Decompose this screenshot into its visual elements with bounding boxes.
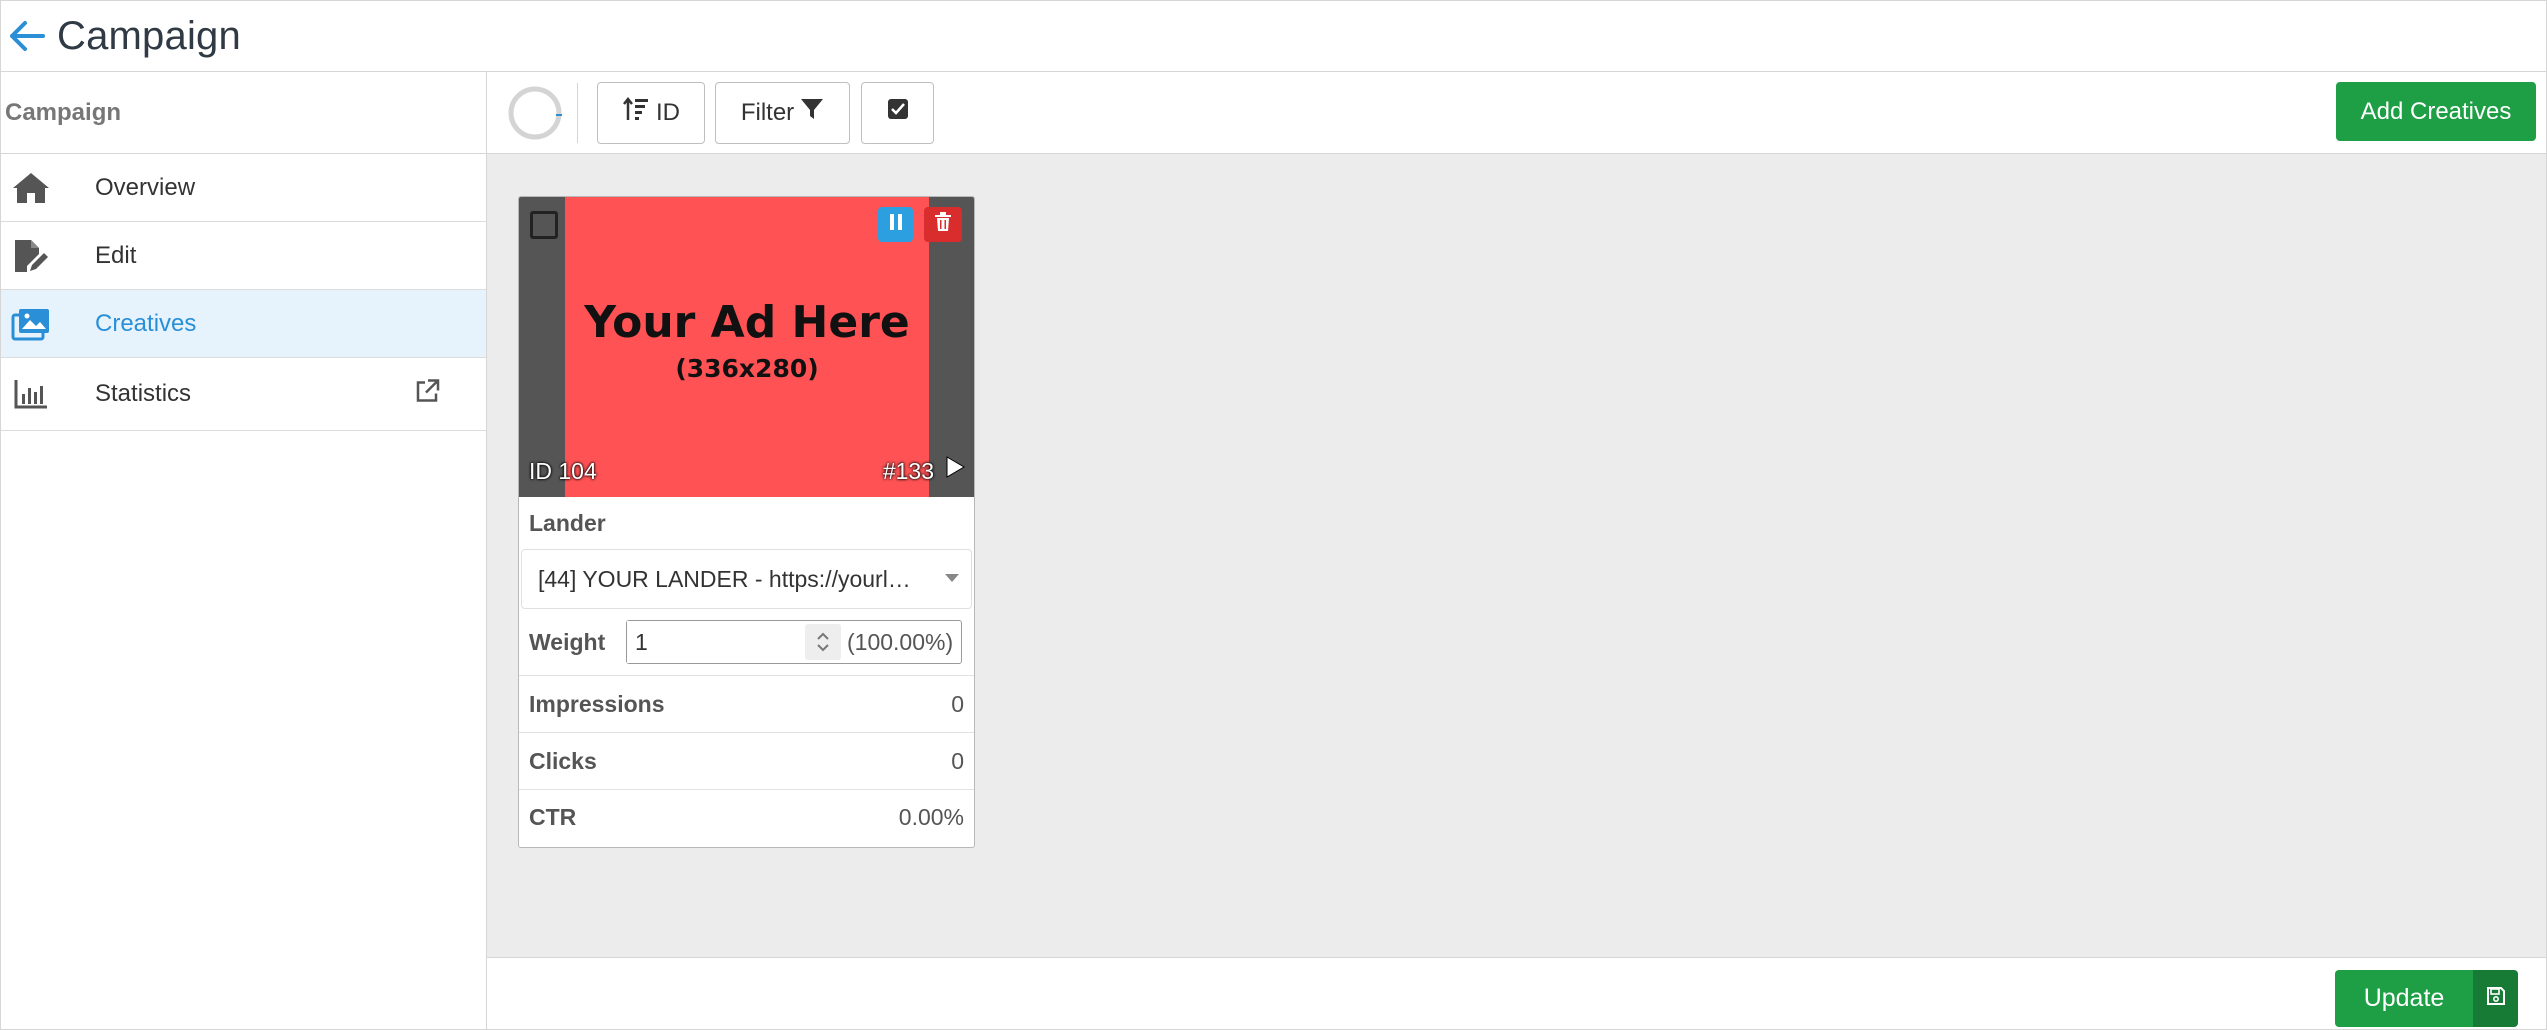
sidebar-title: Campaign xyxy=(1,72,486,154)
toolbar: ID Filter Add Creatives xyxy=(487,72,2547,154)
creative-card: Your Ad Here (336x280) ID 104 #133 Lande xyxy=(518,196,975,848)
creative-preview: Your Ad Here (336x280) ID 104 #133 xyxy=(519,197,974,497)
toolbar-divider xyxy=(577,82,578,143)
file-edit-icon xyxy=(11,238,51,274)
sidebar-item-overview[interactable]: Overview xyxy=(1,154,486,222)
images-icon xyxy=(11,307,51,341)
lander-label: Lander xyxy=(529,509,606,536)
stat-row-impressions: Impressions 0 xyxy=(519,676,974,733)
stat-value: 0 xyxy=(951,690,964,717)
stat-label: Impressions xyxy=(529,690,665,717)
add-creatives-button[interactable]: Add Creatives xyxy=(2336,82,2536,141)
delete-button[interactable] xyxy=(924,207,962,242)
creatives-area: Your Ad Here (336x280) ID 104 #133 Lande xyxy=(487,154,2547,957)
weight-row: Weight (100.00%) xyxy=(519,609,974,676)
stat-label: Clicks xyxy=(529,747,597,774)
creative-id: ID 104 xyxy=(529,458,597,484)
save-icon xyxy=(2486,986,2506,1011)
sort-button[interactable]: ID xyxy=(597,81,705,144)
sidebar-item-edit[interactable]: Edit xyxy=(1,222,486,290)
sidebar-item-label: Edit xyxy=(95,241,137,269)
trash-icon xyxy=(934,212,952,237)
page-header: Campaign xyxy=(0,0,2547,72)
external-link-icon[interactable] xyxy=(414,379,440,410)
sort-icon xyxy=(622,96,650,129)
sidebar: Campaign Overview Edit Creatives Statist… xyxy=(0,72,487,1030)
sidebar-item-creatives[interactable]: Creatives xyxy=(1,290,486,358)
weight-label: Weight xyxy=(529,628,606,655)
filter-button[interactable]: Filter xyxy=(715,81,850,144)
arrow-left-icon[interactable] xyxy=(7,16,47,56)
stat-row-clicks: Clicks 0 xyxy=(519,733,974,790)
ad-size: (336x280) xyxy=(675,354,819,383)
ad-title: Your Ad Here xyxy=(584,297,910,348)
pause-icon xyxy=(888,213,904,236)
stat-value: 0.00% xyxy=(898,804,964,830)
chevron-down-icon xyxy=(945,574,959,582)
lander-value: [44] YOUR LANDER - https://yourl… xyxy=(538,565,911,592)
weight-field-group: (100.00%) xyxy=(626,620,962,664)
sidebar-item-label: Statistics xyxy=(95,380,192,407)
sidebar-item-statistics[interactable]: Statistics xyxy=(1,358,486,431)
lander-select[interactable]: [44] YOUR LANDER - https://yourl… xyxy=(521,549,972,609)
sort-label: ID xyxy=(656,98,680,126)
bar-chart-icon xyxy=(11,378,51,410)
save-button[interactable] xyxy=(2473,970,2518,1027)
weight-stepper[interactable] xyxy=(805,624,841,660)
footer-bar: Update xyxy=(487,957,2547,1030)
pause-button[interactable] xyxy=(878,207,913,242)
stat-label: CTR xyxy=(529,804,577,830)
sidebar-item-label: Overview xyxy=(95,173,196,201)
page-title: Campaign xyxy=(57,13,241,58)
creative-details: Lander [44] YOUR LANDER - https://yourl…… xyxy=(519,497,974,845)
update-button[interactable]: Update xyxy=(2335,970,2473,1027)
home-icon xyxy=(11,171,51,205)
stat-value: 0 xyxy=(951,747,964,774)
update-button-group: Update xyxy=(2335,970,2518,1027)
creative-number: #133 xyxy=(882,458,934,484)
checkbox-checked-icon xyxy=(887,98,909,127)
filter-icon xyxy=(800,97,824,128)
loading-spinner-icon xyxy=(507,85,563,141)
creative-select-checkbox[interactable] xyxy=(530,211,558,239)
sidebar-item-label: Creatives xyxy=(95,309,197,337)
play-icon[interactable] xyxy=(944,455,966,484)
stat-row-ctr: CTR 0.00% xyxy=(519,790,974,845)
select-all-button[interactable] xyxy=(861,81,934,144)
weight-percent: (100.00%) xyxy=(847,628,954,655)
ad-banner: Your Ad Here (336x280) xyxy=(565,197,929,497)
weight-input[interactable] xyxy=(627,621,805,663)
filter-label: Filter xyxy=(740,98,795,126)
